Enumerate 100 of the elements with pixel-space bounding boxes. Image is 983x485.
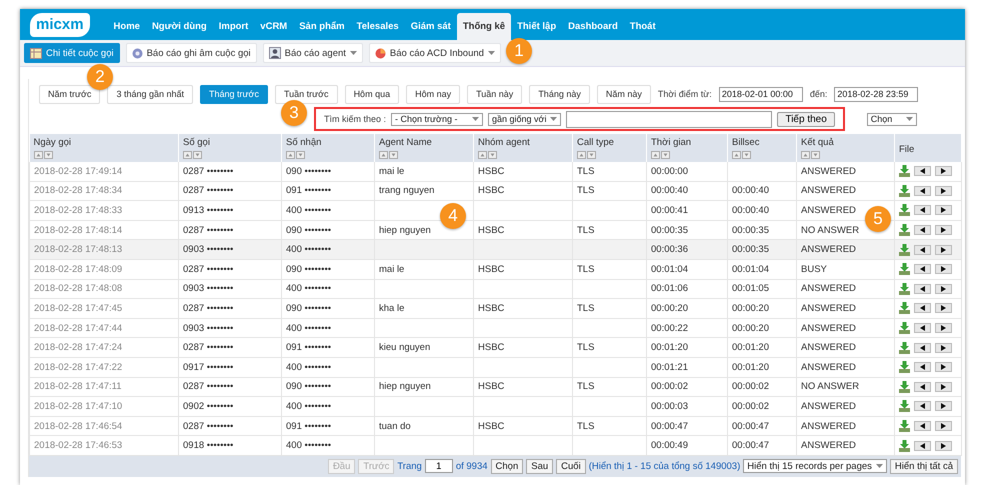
period-button[interactable]: 3 tháng gần nhất — [107, 84, 193, 104]
next-button[interactable]: Tiếp theo — [777, 112, 835, 126]
report-tab[interactable]: Báo cáo agent — [262, 43, 363, 63]
previous-button[interactable] — [914, 166, 931, 176]
table-cell: ANSWERED — [801, 362, 856, 373]
download-icon[interactable] — [899, 440, 910, 452]
previous-button[interactable] — [914, 284, 931, 294]
to-date-field[interactable]: 2018-02-28 23:59 — [834, 86, 918, 102]
table-cell: tuan do — [379, 420, 411, 432]
per-page-dropdown[interactable]: Hiển thị 15 records per pages — [743, 459, 887, 474]
period-button[interactable]: Hôm nay — [406, 84, 460, 104]
previous-button[interactable] — [914, 205, 931, 216]
table-cell: ANSWERED — [801, 244, 856, 256]
operator-dropdown[interactable]: gần giống với — [488, 112, 562, 126]
play-button[interactable] — [935, 421, 952, 432]
play-button[interactable] — [935, 362, 952, 372]
period-button[interactable]: Năm trước — [39, 84, 100, 104]
previous-button[interactable] — [914, 303, 931, 314]
previous-button[interactable] — [914, 186, 931, 196]
play-button[interactable] — [935, 225, 952, 236]
table-cell: ANSWERED — [801, 302, 856, 314]
previous-button[interactable] — [914, 401, 931, 412]
play-button[interactable] — [935, 440, 952, 451]
download-icon[interactable] — [899, 165, 910, 178]
table-cell: 090 •••••••• — [286, 224, 332, 236]
show-all-button[interactable]: Hiển thị tất cả — [890, 458, 958, 474]
download-icon[interactable] — [899, 263, 910, 276]
column-header: Thời gian — [651, 137, 692, 148]
download-icon[interactable] — [899, 302, 910, 314]
play-button[interactable] — [935, 284, 952, 294]
page-field[interactable]: 1 — [424, 459, 453, 474]
period-button[interactable]: Tháng này — [529, 84, 590, 104]
previous-button[interactable] — [914, 440, 931, 451]
period-button[interactable]: Tuần trước — [274, 84, 338, 104]
download-icon[interactable] — [899, 244, 910, 256]
table-cell: mai le — [379, 166, 404, 177]
previous-icon — [920, 305, 925, 312]
play-button[interactable] — [935, 186, 952, 196]
play-button[interactable] — [935, 382, 952, 392]
last-page-button[interactable]: Cuối — [556, 458, 586, 474]
table-cell: TLS — [577, 264, 594, 275]
play-button[interactable] — [935, 205, 952, 216]
play-button[interactable] — [935, 342, 952, 353]
download-icon[interactable] — [899, 322, 910, 334]
download-icon[interactable] — [899, 204, 910, 216]
column-dropdown[interactable]: Chọn — [866, 112, 917, 126]
field-dropdown[interactable]: - Chọn trường - — [391, 112, 484, 126]
table-cell: 00:00:47 — [732, 420, 769, 432]
play-button[interactable] — [935, 166, 952, 176]
previous-button[interactable] — [914, 382, 931, 392]
previous-button[interactable] — [914, 264, 931, 274]
previous-button[interactable] — [914, 244, 931, 255]
download-icon[interactable] — [899, 184, 910, 197]
table-cell: 400 •••••••• — [286, 283, 332, 294]
download-icon[interactable] — [899, 342, 910, 354]
report-tab[interactable]: Báo cáo ACD Inbound — [368, 43, 501, 63]
go-button[interactable]: Chọn — [490, 458, 524, 474]
table-cell: 400 •••••••• — [286, 440, 332, 452]
table-cell: 2018-02-28 17:48:13 — [34, 244, 122, 256]
table-cell: 0287 •••••••• — [183, 166, 234, 177]
table-cell: HSBC — [478, 342, 504, 354]
play-button[interactable] — [935, 244, 952, 255]
download-icon[interactable] — [899, 400, 910, 412]
period-button[interactable]: Năm này — [596, 84, 651, 104]
period-button[interactable]: Hôm qua — [344, 84, 400, 104]
table-cell: 0287 •••••••• — [183, 302, 234, 314]
table-cell: HSBC — [478, 420, 504, 432]
previous-button[interactable] — [914, 342, 931, 353]
table-cell: 2018-02-28 17:47:44 — [34, 322, 122, 334]
search-field[interactable] — [566, 110, 772, 128]
previous-button[interactable] — [914, 323, 931, 334]
next-page-button[interactable]: Sau — [526, 458, 554, 474]
column-header: File — [899, 144, 916, 155]
download-icon[interactable] — [899, 282, 910, 295]
download-icon[interactable] — [899, 361, 910, 374]
download-icon[interactable] — [899, 224, 910, 236]
table-cell: 400 •••••••• — [286, 244, 332, 256]
play-button[interactable] — [935, 264, 952, 274]
play-button[interactable] — [935, 303, 952, 314]
previous-button[interactable] — [914, 362, 931, 372]
table-cell: TLS — [577, 185, 594, 196]
play-icon — [941, 325, 946, 332]
column-header: Nhóm agent — [478, 137, 531, 148]
period-button[interactable]: Tháng trước — [200, 84, 268, 104]
download-icon[interactable] — [899, 420, 910, 432]
previous-button[interactable] — [914, 225, 931, 236]
table-cell: 2018-02-28 17:47:45 — [34, 302, 122, 314]
previous-icon — [920, 403, 925, 410]
play-button[interactable] — [935, 323, 952, 334]
previous-icon — [920, 325, 925, 332]
previous-button[interactable] — [914, 421, 931, 432]
play-icon — [941, 188, 946, 194]
play-button[interactable] — [935, 401, 952, 412]
table-cell: 0287 •••••••• — [183, 224, 234, 236]
report-tab[interactable]: Chi tiết cuộc gọi — [24, 43, 120, 63]
from-date-field[interactable]: 2018-02-01 00:00 — [718, 86, 803, 102]
period-button[interactable]: Tuần này — [467, 84, 522, 104]
report-tab[interactable]: Báo cáo ghi âm cuộc gọi — [126, 43, 257, 63]
nav-tab[interactable]: Thống kê — [456, 13, 512, 40]
download-icon[interactable] — [899, 380, 910, 393]
